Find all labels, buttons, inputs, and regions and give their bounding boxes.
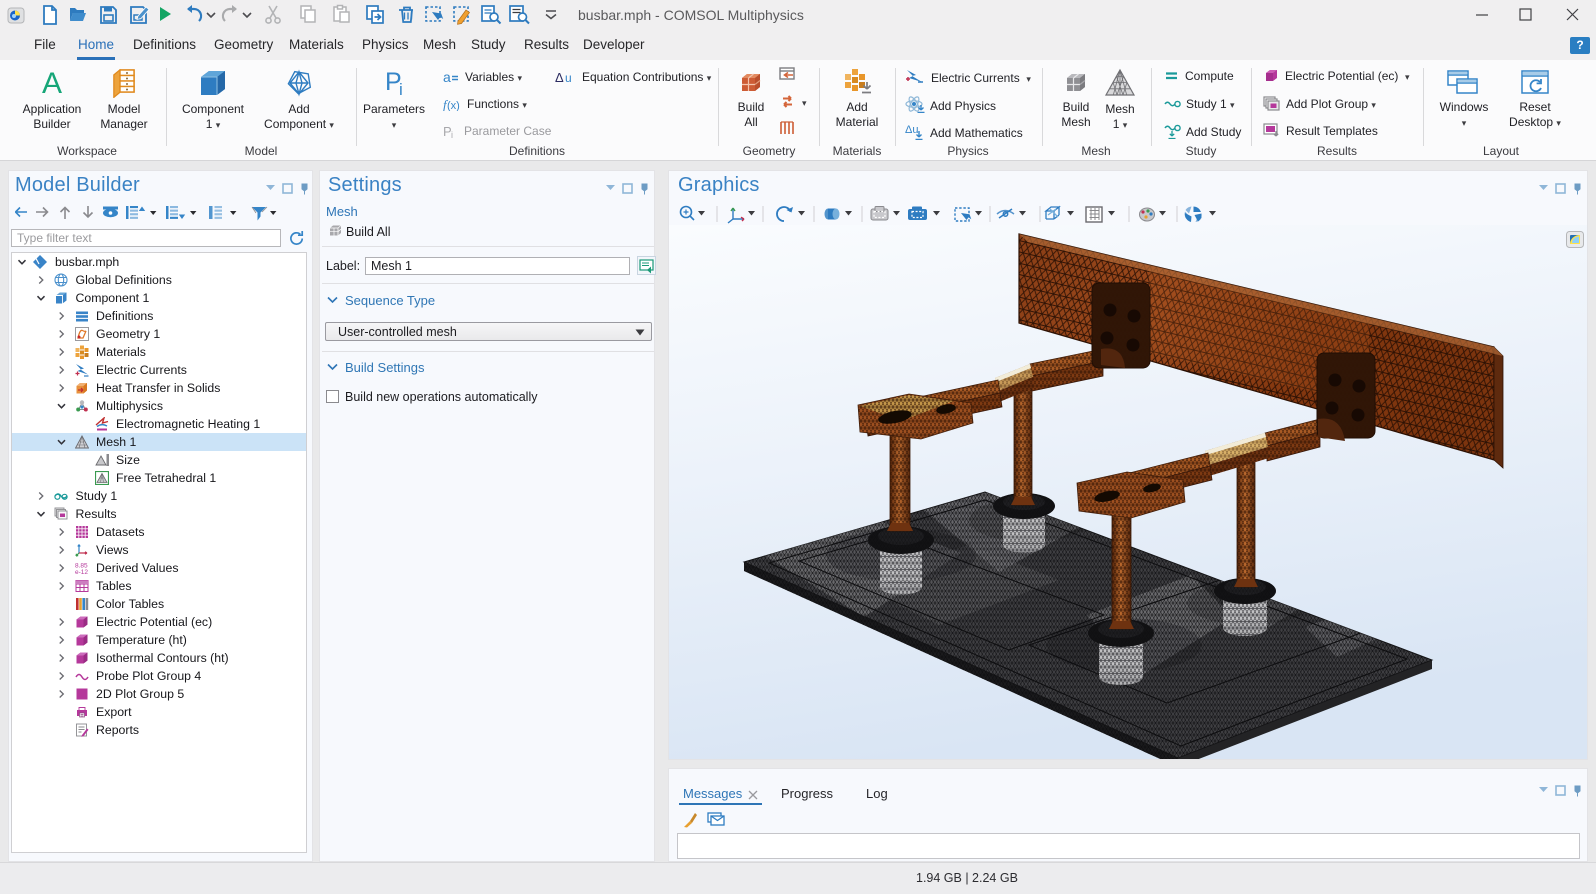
svg-text:Heat Transfer in Solids: Heat Transfer in Solids: [96, 381, 220, 395]
svg-text:Color Tables: Color Tables: [96, 597, 164, 611]
svg-text:i: i: [451, 130, 453, 138]
svg-text:Δu: Δu: [905, 124, 918, 136]
svg-text:Free Tetrahedral 1: Free Tetrahedral 1: [116, 471, 216, 485]
svg-text:u: u: [565, 71, 572, 84]
svg-text:Isothermal Contours (ht): Isothermal Contours (ht): [96, 651, 229, 665]
svg-text:Export: Export: [96, 705, 132, 719]
svg-text:i: i: [399, 80, 403, 98]
svg-text:A: A: [42, 68, 62, 98]
svg-text:Materials: Materials: [96, 345, 146, 359]
svg-text:Electromagnetic Heating 1: Electromagnetic Heating 1: [116, 417, 260, 431]
svg-text:Δ: Δ: [555, 71, 564, 84]
svg-text:Geometry 1: Geometry 1: [96, 327, 160, 341]
svg-text:Component 1: Component 1: [76, 291, 150, 305]
svg-text:Multiphysics: Multiphysics: [96, 399, 163, 413]
svg-text:Mesh 1: Mesh 1: [96, 435, 136, 449]
svg-text:2D Plot Group 5: 2D Plot Group 5: [96, 687, 184, 701]
svg-text:Derived Values: Derived Values: [96, 561, 178, 575]
svg-text:Definitions: Definitions: [96, 309, 153, 323]
svg-text:Results: Results: [76, 507, 117, 521]
svg-text:a: a: [443, 71, 451, 84]
svg-text:Global Definitions: Global Definitions: [76, 273, 172, 287]
svg-text:Views: Views: [96, 543, 129, 557]
svg-text:Temperature (ht): Temperature (ht): [96, 633, 187, 647]
svg-text:Datasets: Datasets: [96, 525, 145, 539]
svg-text:Probe Plot Group 4: Probe Plot Group 4: [96, 669, 201, 683]
svg-text:Study 1: Study 1: [76, 489, 118, 503]
svg-text:busbar.mph: busbar.mph: [55, 255, 119, 269]
svg-text:Electric Potential (ec): Electric Potential (ec): [96, 615, 212, 629]
svg-text:(x): (x): [447, 100, 460, 111]
svg-text:Reports: Reports: [96, 723, 139, 737]
svg-text:Size: Size: [116, 453, 140, 467]
svg-text:Electric Currents: Electric Currents: [96, 363, 187, 377]
svg-text:Tables: Tables: [96, 579, 132, 593]
